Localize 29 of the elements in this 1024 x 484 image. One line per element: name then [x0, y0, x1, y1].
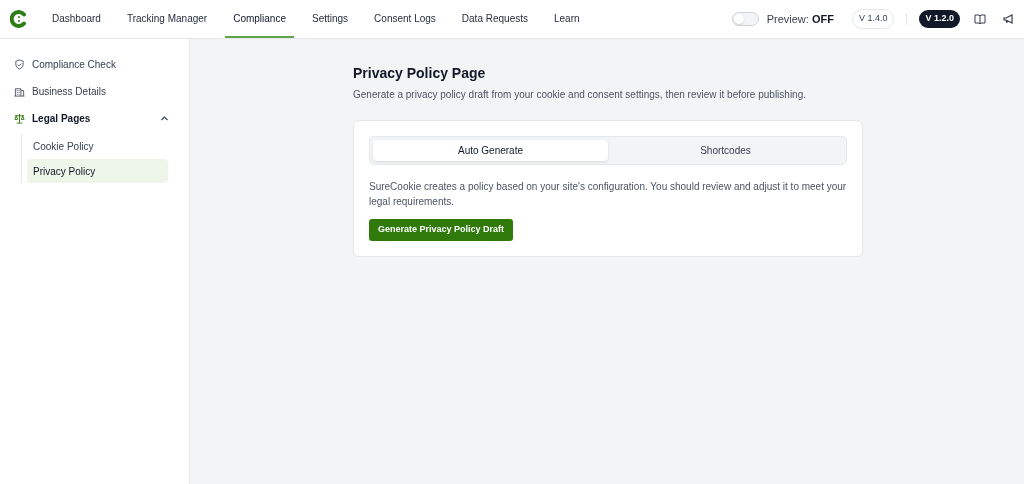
chevron-icon[interactable]: [160, 113, 169, 123]
nav-tab[interactable]: Compliance: [225, 0, 294, 38]
nav-tab[interactable]: Dashboard: [44, 0, 109, 38]
preview-toggle[interactable]: [731, 12, 759, 26]
sidebar-subitem[interactable]: Privacy Policy: [27, 159, 168, 183]
preview-label: Preview: OFF: [766, 11, 834, 27]
generate-button[interactable]: Generate Privacy Policy Draft: [369, 219, 514, 241]
nav-tab[interactable]: Consent Logs: [366, 0, 444, 38]
description-text: SureCookie creates a policy based on your site's configuration. You should review and adjust it to meet your legal requirements.: [369, 180, 847, 209]
book-icon[interactable]: [974, 13, 986, 25]
tab[interactable]: Shortcodes: [608, 140, 843, 161]
version-badge[interactable]: V 1.4.0: [851, 9, 895, 29]
sidebar-item[interactable]: Business Details: [10, 78, 179, 104]
shield-icon: [14, 58, 25, 70]
scale-icon: [14, 112, 25, 124]
logo-icon[interactable]: [10, 10, 28, 28]
megaphone-icon[interactable]: [1002, 13, 1014, 25]
nav-tab[interactable]: Tracking Manager: [118, 0, 216, 38]
nav-tab[interactable]: Data Requests: [453, 0, 536, 38]
nav-tab[interactable]: Settings: [303, 0, 357, 38]
building-icon: [14, 85, 25, 97]
nav-tab[interactable]: Learn: [546, 0, 588, 38]
page-title: Privacy Policy Page: [353, 64, 487, 83]
tab[interactable]: Auto Generate: [373, 140, 608, 161]
page-subtitle: Generate a privacy policy draft from your cookie and consent settings, then review it before publishing.: [353, 88, 808, 102]
sidebar-item[interactable]: Legal Pages: [10, 105, 179, 131]
version-badge[interactable]: V 1.2.0: [919, 10, 960, 28]
sidebar-subitem[interactable]: Cookie Policy: [27, 134, 168, 158]
sidebar-item[interactable]: Compliance Check: [10, 51, 179, 77]
